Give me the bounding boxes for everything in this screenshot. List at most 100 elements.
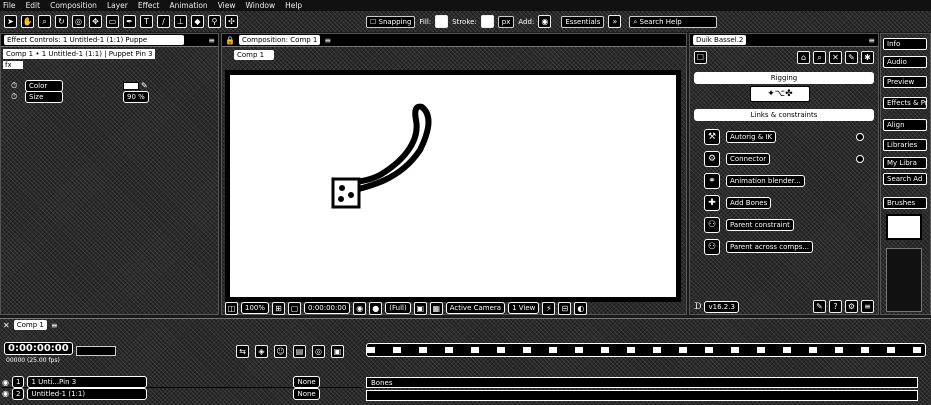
- autorig-ik-button[interactable]: Autorig & IK: [726, 131, 777, 143]
- bone-tools-icon[interactable]: ✦⌥✤: [750, 86, 810, 102]
- menu-help[interactable]: Help: [285, 1, 302, 10]
- close-icon[interactable]: ✕: [829, 51, 842, 64]
- stopwatch-icon[interactable]: ⏱: [11, 81, 25, 91]
- visibility-icon[interactable]: ◉: [2, 389, 9, 398]
- pin-icon[interactable]: ✎: [813, 300, 826, 313]
- resolution-select[interactable]: (Full): [385, 302, 411, 314]
- stroke-swatch[interactable]: [480, 15, 494, 28]
- parent-across-comps-button[interactable]: Parent across comps...: [726, 241, 814, 253]
- stroke-width-field[interactable]: px: [497, 15, 515, 28]
- settings-icon[interactable]: ✱: [861, 51, 874, 64]
- time-ruler[interactable]: [366, 343, 926, 357]
- rectangle-tool-icon[interactable]: ▭: [106, 15, 119, 28]
- exposure-icon[interactable]: ◐: [574, 301, 588, 315]
- menu-icon[interactable]: ≡: [861, 300, 874, 313]
- zoom-select[interactable]: 100%: [241, 302, 270, 314]
- puppet-pin-icon[interactable]: [339, 185, 345, 191]
- panel-menu-icon[interactable]: ≡: [208, 36, 218, 45]
- menu-edit[interactable]: Edit: [26, 1, 41, 10]
- layer-name[interactable]: 1 Unti...Pin 3: [27, 376, 148, 388]
- menu-effect[interactable]: Effect: [138, 1, 160, 10]
- visibility-icon[interactable]: ◉: [2, 378, 9, 387]
- tab-preview[interactable]: Preview: [883, 76, 927, 88]
- help-icon[interactable]: ?: [829, 300, 842, 313]
- fast-preview-icon[interactable]: ⚡: [542, 301, 556, 315]
- shy-icon[interactable]: ☺: [274, 345, 287, 358]
- puppet-pin-icon[interactable]: [348, 192, 354, 198]
- tab-audio[interactable]: Audio: [883, 56, 927, 68]
- add-property-icon[interactable]: ◉: [538, 15, 552, 28]
- option-radio[interactable]: [856, 155, 864, 163]
- tab-timeline-comp[interactable]: Comp 1: [13, 320, 47, 330]
- option-radio[interactable]: [856, 133, 864, 141]
- transparency-grid-icon[interactable]: ▦: [429, 301, 443, 315]
- layer-track-bar[interactable]: Bones: [366, 377, 918, 388]
- fx-badge[interactable]: fx: [3, 61, 23, 69]
- views-select[interactable]: 1 View: [508, 302, 540, 314]
- menu-window[interactable]: Window: [246, 1, 276, 10]
- checkbox-icon[interactable]: ☐: [694, 51, 707, 64]
- stopwatch-icon[interactable]: ⏱: [11, 92, 25, 102]
- graph-editor-icon[interactable]: ▣: [331, 345, 344, 358]
- panel-menu-icon[interactable]: ≡: [51, 321, 58, 330]
- menu-animation[interactable]: Animation: [169, 1, 207, 10]
- panel-menu-icon[interactable]: ≡: [324, 36, 331, 45]
- parent-constraint-button[interactable]: Parent constraint: [726, 219, 794, 231]
- layer-parent[interactable]: None: [293, 387, 320, 400]
- show-channel-icon[interactable]: ●: [369, 301, 383, 315]
- snapping-toggle[interactable]: ☐ Snapping: [366, 15, 416, 28]
- menu-file[interactable]: File: [3, 1, 16, 10]
- region-of-interest-icon[interactable]: ▣: [413, 301, 427, 315]
- frame-blending-icon[interactable]: ▤: [293, 345, 306, 358]
- layer-parent[interactable]: None: [293, 376, 320, 388]
- menu-layer[interactable]: Layer: [107, 1, 128, 10]
- fill-swatch[interactable]: [435, 15, 449, 28]
- motion-blur-icon[interactable]: ◎: [312, 345, 325, 358]
- timeline-timecode[interactable]: 0:00:00:00: [4, 342, 73, 355]
- layer-track-bar[interactable]: [366, 390, 918, 401]
- zoom-tool-icon[interactable]: ⌕: [38, 15, 51, 28]
- clone-stamp-tool-icon[interactable]: ⊥: [174, 15, 187, 28]
- animation-blender-button[interactable]: Animation blender...: [726, 175, 805, 187]
- snapshot-icon[interactable]: ◉: [353, 301, 367, 315]
- tab-info[interactable]: Info: [883, 38, 927, 50]
- home-icon[interactable]: ⌂: [797, 51, 810, 64]
- viewer-timecode[interactable]: 0:00:00:00: [304, 302, 351, 314]
- comp-subtab[interactable]: Comp 1: [234, 50, 274, 60]
- hand-tool-icon[interactable]: ✋: [21, 15, 34, 28]
- layer-row[interactable]: ◉ 2 Untitled-1 (1:1) None: [2, 387, 362, 400]
- rotate-tool-icon[interactable]: ↻: [55, 15, 68, 28]
- tab-my-library[interactable]: My Libra: [883, 157, 927, 169]
- workspace-menu-icon[interactable]: »: [608, 15, 622, 28]
- layer-name[interactable]: Untitled-1 (1:1): [27, 387, 148, 400]
- puppet-pin-tool-icon[interactable]: ✣: [225, 15, 238, 28]
- tab-composition[interactable]: Composition: Comp 1: [238, 35, 321, 45]
- draft-3d-icon[interactable]: ◈: [255, 345, 268, 358]
- search-help-field[interactable]: ⌕ Search Help: [629, 15, 718, 28]
- panel-menu-icon[interactable]: ≡: [868, 36, 878, 45]
- menu-composition[interactable]: Composition: [50, 1, 97, 10]
- connector-button[interactable]: Connector: [726, 153, 771, 165]
- pan-behind-tool-icon[interactable]: ✥: [89, 15, 102, 28]
- tab-search-adobe[interactable]: Search Ad: [883, 173, 927, 185]
- edit-icon[interactable]: ✎: [845, 51, 858, 64]
- puppet-pin-icon[interactable]: [338, 196, 344, 202]
- eraser-tool-icon[interactable]: ◆: [191, 15, 204, 28]
- always-preview-icon[interactable]: ◫: [225, 301, 238, 315]
- roto-brush-tool-icon[interactable]: ⚲: [208, 15, 221, 28]
- add-bones-button[interactable]: Add Bones: [726, 197, 772, 209]
- pen-tool-icon[interactable]: ✒: [123, 15, 136, 28]
- camera-tool-icon[interactable]: ◎: [72, 15, 85, 28]
- tab-effects-presets[interactable]: Effects & Pr: [883, 97, 927, 109]
- menu-view[interactable]: View: [218, 1, 236, 10]
- size-value[interactable]: 90 %: [123, 90, 149, 103]
- mask-visibility-icon[interactable]: ▢: [288, 301, 302, 315]
- search-icon[interactable]: ⌕: [813, 51, 826, 64]
- selection-tool-icon[interactable]: ➤: [4, 15, 17, 28]
- grid-icon[interactable]: ⊞: [272, 301, 286, 315]
- tab-align[interactable]: Align: [883, 119, 927, 131]
- camera-select[interactable]: Active Camera: [445, 302, 506, 314]
- tab-libraries[interactable]: Libraries: [883, 139, 927, 151]
- tab-effect-controls[interactable]: Effect Controls: 1 Untitled-1 (1:1) Pupp…: [4, 35, 184, 45]
- workspace-selector[interactable]: Essentials: [561, 15, 605, 28]
